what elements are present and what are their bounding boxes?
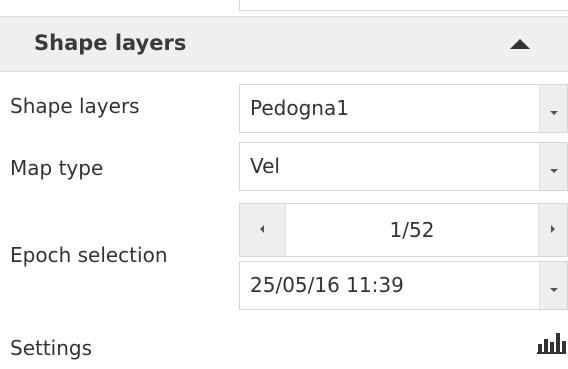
previous-field-edge (239, 0, 568, 11)
shape-layers-label: Shape layers (10, 94, 140, 118)
shape-layers-panel: Shape layers Shape layers Pedogna1 Map t… (0, 0, 568, 369)
epoch-stepper: 1/52 (239, 203, 568, 257)
map-type-value: Vel (250, 154, 280, 178)
bar-chart-icon[interactable] (537, 330, 566, 354)
epoch-datetime-select[interactable]: 25/05/16 11:39 (239, 261, 568, 310)
map-type-select[interactable]: Vel (239, 142, 568, 191)
panel-header[interactable]: Shape layers (0, 16, 568, 72)
settings-label: Settings (10, 336, 93, 360)
shape-layers-value: Pedogna1 (250, 96, 349, 120)
map-type-label: Map type (10, 156, 104, 180)
panel-title: Shape layers (34, 31, 187, 55)
chevron-down-icon[interactable] (539, 143, 567, 190)
chevron-down-icon[interactable] (539, 85, 567, 132)
collapse-triangle-up-icon[interactable] (510, 39, 530, 49)
shape-layers-select[interactable]: Pedogna1 (239, 84, 568, 133)
epoch-datetime-value: 25/05/16 11:39 (250, 273, 404, 297)
chevron-down-icon[interactable] (539, 262, 567, 309)
epoch-selection-label: Epoch selection (10, 243, 168, 267)
next-epoch-button[interactable] (538, 204, 567, 256)
previous-epoch-button[interactable] (240, 204, 286, 256)
epoch-counter: 1/52 (389, 218, 435, 242)
